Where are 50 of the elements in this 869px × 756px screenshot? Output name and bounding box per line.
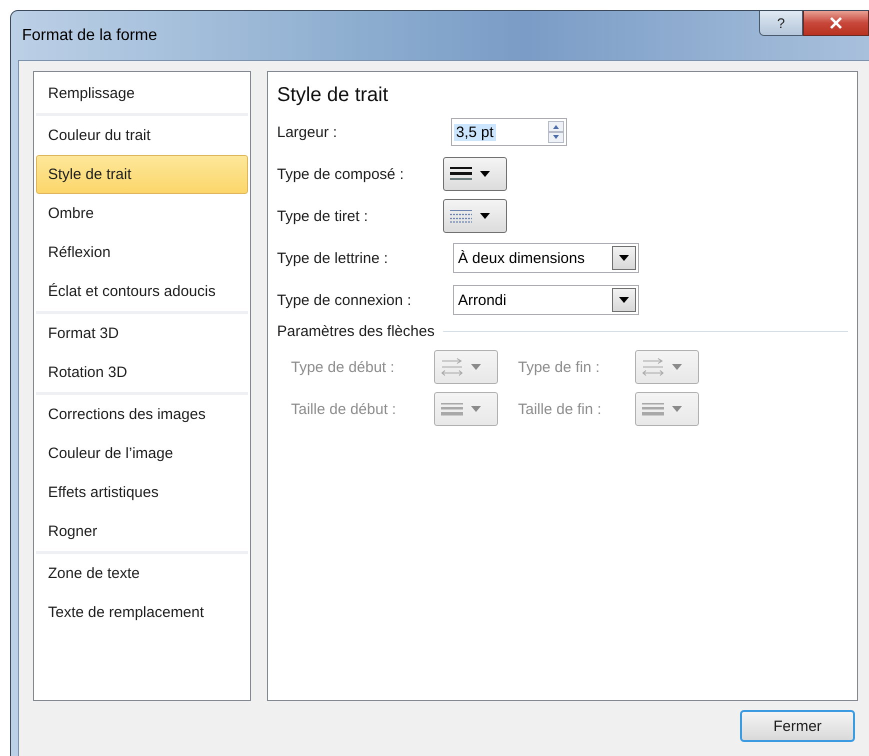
dash-type-dropdown[interactable] — [443, 199, 507, 233]
caret-icon — [480, 213, 490, 219]
field-label: Taille de fin : — [518, 400, 602, 418]
caret-icon — [471, 406, 481, 412]
category-item[interactable]: Zone de texte — [36, 554, 248, 593]
window-title: Format de la forme — [22, 27, 158, 45]
caret-icon — [672, 364, 682, 370]
category-item[interactable]: Rotation 3D — [36, 353, 248, 392]
close-button[interactable] — [803, 11, 869, 36]
spin-arrows-icon[interactable] — [548, 121, 564, 143]
category-item[interactable]: Rogner — [36, 512, 248, 551]
caret-icon — [480, 171, 490, 177]
category-item[interactable]: Réflexion — [36, 233, 248, 272]
category-item[interactable]: Couleur du trait — [36, 116, 248, 155]
line-sizes-icon — [441, 402, 463, 416]
category-item[interactable]: Corrections des images — [36, 395, 248, 434]
category-item[interactable]: Effets artistiques — [36, 473, 248, 512]
field-label: Largeur : — [277, 124, 338, 140]
category-item[interactable]: Format 3D — [36, 314, 248, 353]
category-item[interactable]: Remplissage — [36, 74, 248, 113]
compound-lines-icon — [450, 166, 472, 182]
caret-icon — [619, 255, 629, 261]
close-icon — [829, 17, 843, 29]
caret-icon — [672, 406, 682, 412]
dash-lines-icon — [450, 209, 472, 223]
category-item[interactable]: Couleur de l’image — [36, 434, 248, 473]
panel-heading: Style de trait — [277, 84, 390, 107]
field-label: Type de tiret : — [277, 208, 369, 224]
arrows-icon — [441, 358, 463, 376]
group-title: Paramètres des flèches — [277, 323, 435, 340]
help-button[interactable]: ? — [759, 11, 803, 36]
category-item[interactable]: Style de trait — [36, 155, 248, 194]
field-label: Type de connexion : — [277, 292, 412, 308]
close-dialog-button[interactable]: Fermer — [740, 710, 855, 742]
category-item[interactable]: Texte de remplacement — [36, 593, 248, 632]
dropdown-field[interactable]: Arrondi — [453, 285, 639, 315]
field-label: Type de fin : — [518, 358, 601, 376]
field-label: Taille de début : — [291, 400, 398, 418]
caret-icon — [619, 297, 629, 303]
arrows-icon — [642, 358, 664, 376]
line-sizes-icon — [642, 402, 664, 416]
field-label: Type de début : — [291, 358, 396, 376]
caret-icon — [471, 364, 481, 370]
field-label: Type de lettrine : — [277, 250, 389, 266]
dropdown-field[interactable]: À deux dimensions — [453, 243, 639, 273]
field-label: Type de composé : — [277, 166, 405, 182]
width-spin-field[interactable]: 3,5 pt — [451, 118, 567, 146]
category-item[interactable]: Ombre — [36, 194, 248, 233]
compound-type-dropdown[interactable] — [443, 157, 507, 191]
category-item[interactable]: Éclat et contours adoucis — [36, 272, 248, 311]
